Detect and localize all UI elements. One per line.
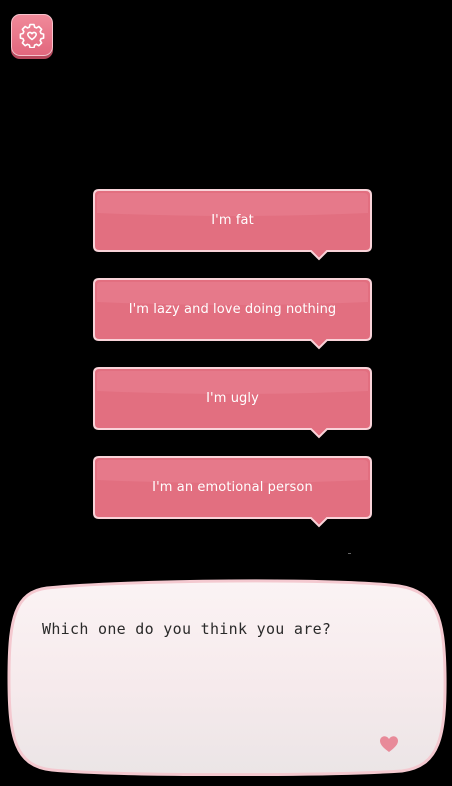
choice-button-1[interactable]: I'm fat [93, 189, 372, 261]
choice-button-3[interactable]: I'm ugly [93, 367, 372, 439]
choice-label: I'm fat [211, 212, 254, 228]
dialog-text: Which one do you think you are? [42, 620, 332, 638]
choice-button-4[interactable]: I'm an emotional person [93, 456, 372, 528]
choice-button-2[interactable]: I'm lazy and love doing nothing [93, 278, 372, 350]
choice-label: I'm ugly [206, 390, 259, 406]
choice-label: I'm lazy and love doing nothing [128, 301, 337, 317]
speck [348, 553, 351, 554]
gear-heart-icon [19, 23, 45, 48]
heart-icon [380, 736, 398, 752]
settings-button[interactable] [11, 14, 53, 56]
dialog-box[interactable]: Which one do you think you are? [7, 578, 447, 776]
choice-label: I'm an emotional person [152, 479, 313, 495]
